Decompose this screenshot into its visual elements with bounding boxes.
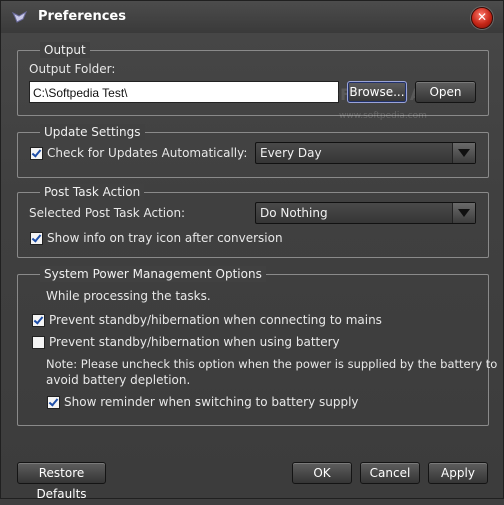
power-management-title: System Power Management Options: [40, 266, 266, 282]
restore-defaults-button[interactable]: Restore Defaults: [17, 462, 106, 501]
apply-button[interactable]: Apply: [428, 462, 488, 484]
update-settings-title: Update Settings: [40, 124, 145, 140]
battery-note-line2: avoid battery depletion.: [46, 373, 191, 387]
power-intro-text: While processing the tasks.: [46, 289, 211, 303]
window-title: Preferences: [38, 9, 126, 24]
output-group-title: Output: [40, 42, 90, 58]
tray-info-label[interactable]: Show info on tray icon after conversion: [47, 231, 283, 245]
battery-reminder-checkbox[interactable]: [47, 396, 60, 409]
close-icon: ✕: [476, 10, 488, 24]
prevent-mains-checkbox[interactable]: [32, 314, 45, 327]
output-folder-field[interactable]: C:\Softpedia Test\: [29, 81, 339, 103]
update-frequency-value: Every Day: [260, 146, 322, 160]
close-button[interactable]: ✕: [471, 7, 493, 29]
tray-info-checkbox[interactable]: [30, 232, 43, 245]
chevron-down-icon[interactable]: [452, 203, 475, 223]
output-folder-label: Output Folder:: [29, 62, 116, 76]
post-task-action-value: Do Nothing: [260, 206, 328, 220]
check-updates-label[interactable]: Check for Updates Automatically:: [47, 146, 247, 160]
open-button[interactable]: Open: [415, 81, 476, 103]
preferences-window: Preferences ✕ Output Output Folder: C:\S…: [0, 0, 504, 501]
prevent-battery-checkbox[interactable]: [32, 336, 45, 349]
browse-button[interactable]: Browse...: [347, 81, 407, 103]
post-task-action-select[interactable]: Do Nothing: [255, 202, 476, 224]
update-frequency-select[interactable]: Every Day: [255, 142, 476, 164]
app-icon: [11, 10, 28, 23]
watermark-url: www.softpedia.com: [339, 111, 427, 121]
check-updates-checkbox[interactable]: [30, 147, 43, 160]
battery-reminder-label[interactable]: Show reminder when switching to battery …: [64, 395, 359, 409]
title-bar: Preferences ✕: [1, 1, 503, 33]
battery-note-line1: Note: Please uncheck this option when th…: [46, 357, 498, 371]
post-task-title: Post Task Action: [40, 184, 145, 200]
cancel-button[interactable]: Cancel: [360, 462, 420, 484]
prevent-battery-label[interactable]: Prevent standby/hibernation when using b…: [49, 335, 340, 349]
ok-button[interactable]: OK: [292, 462, 352, 484]
chevron-down-icon[interactable]: [452, 143, 475, 163]
prevent-mains-label[interactable]: Prevent standby/hibernation when connect…: [49, 313, 382, 327]
post-task-action-label: Selected Post Task Action:: [29, 206, 186, 220]
